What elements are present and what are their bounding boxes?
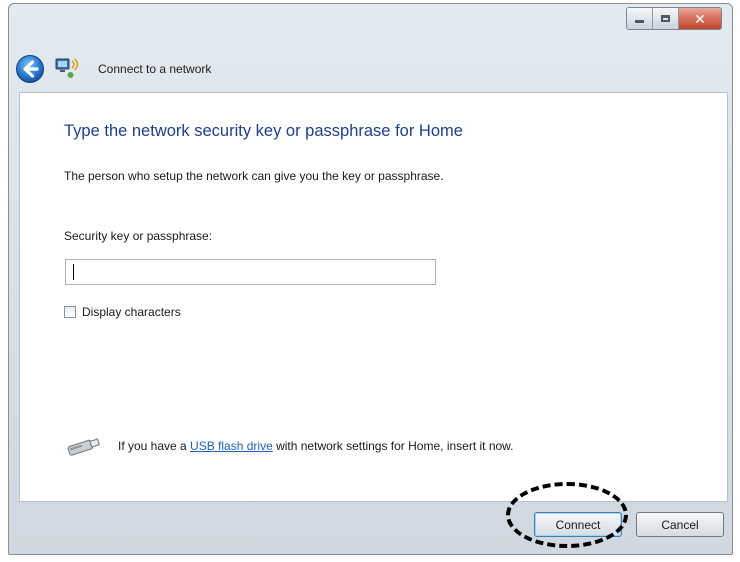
close-icon: ✕	[694, 10, 706, 27]
usb-flash-drive-link[interactable]: USB flash drive	[190, 439, 273, 453]
display-characters-checkbox[interactable]	[64, 306, 76, 318]
page-heading: Type the network security key or passphr…	[64, 122, 463, 140]
connect-network-window: ✕ Connect to a network Type the network …	[8, 3, 733, 555]
usb-hint-prefix: If you have a	[118, 439, 191, 453]
instruction-text: The person who setup the network can giv…	[64, 169, 444, 183]
caption-buttons: ✕	[626, 7, 722, 30]
cancel-button[interactable]: Cancel	[636, 512, 724, 537]
usb-hint-row: If you have a USB flash drive with netwo…	[64, 435, 514, 457]
display-characters-row[interactable]: Display characters	[64, 305, 181, 319]
nav-row: Connect to a network	[9, 48, 732, 88]
security-key-label: Security key or passphrase:	[64, 229, 213, 243]
content-panel: Type the network security key or passphr…	[19, 92, 728, 502]
title-bar[interactable]: ✕	[9, 4, 732, 40]
maximize-button[interactable]	[653, 8, 679, 29]
usb-drive-icon	[67, 438, 100, 456]
display-characters-label[interactable]: Display characters	[82, 305, 181, 319]
window-title: Connect to a network	[98, 62, 212, 76]
usb-hint-text: If you have a USB flash drive with netwo…	[118, 439, 514, 453]
maximize-icon	[661, 15, 670, 22]
minimize-button[interactable]	[627, 8, 653, 29]
security-key-input[interactable]	[65, 259, 436, 285]
connect-button[interactable]: Connect	[534, 512, 622, 537]
usb-hint-suffix: with network settings for Home, insert i…	[272, 439, 514, 453]
network-icon	[55, 58, 79, 78]
text-caret	[73, 264, 74, 280]
back-arrow-icon[interactable]	[15, 54, 45, 84]
button-bar: Connect Cancel	[9, 502, 732, 554]
close-button[interactable]: ✕	[679, 8, 721, 29]
minimize-icon	[635, 20, 644, 23]
